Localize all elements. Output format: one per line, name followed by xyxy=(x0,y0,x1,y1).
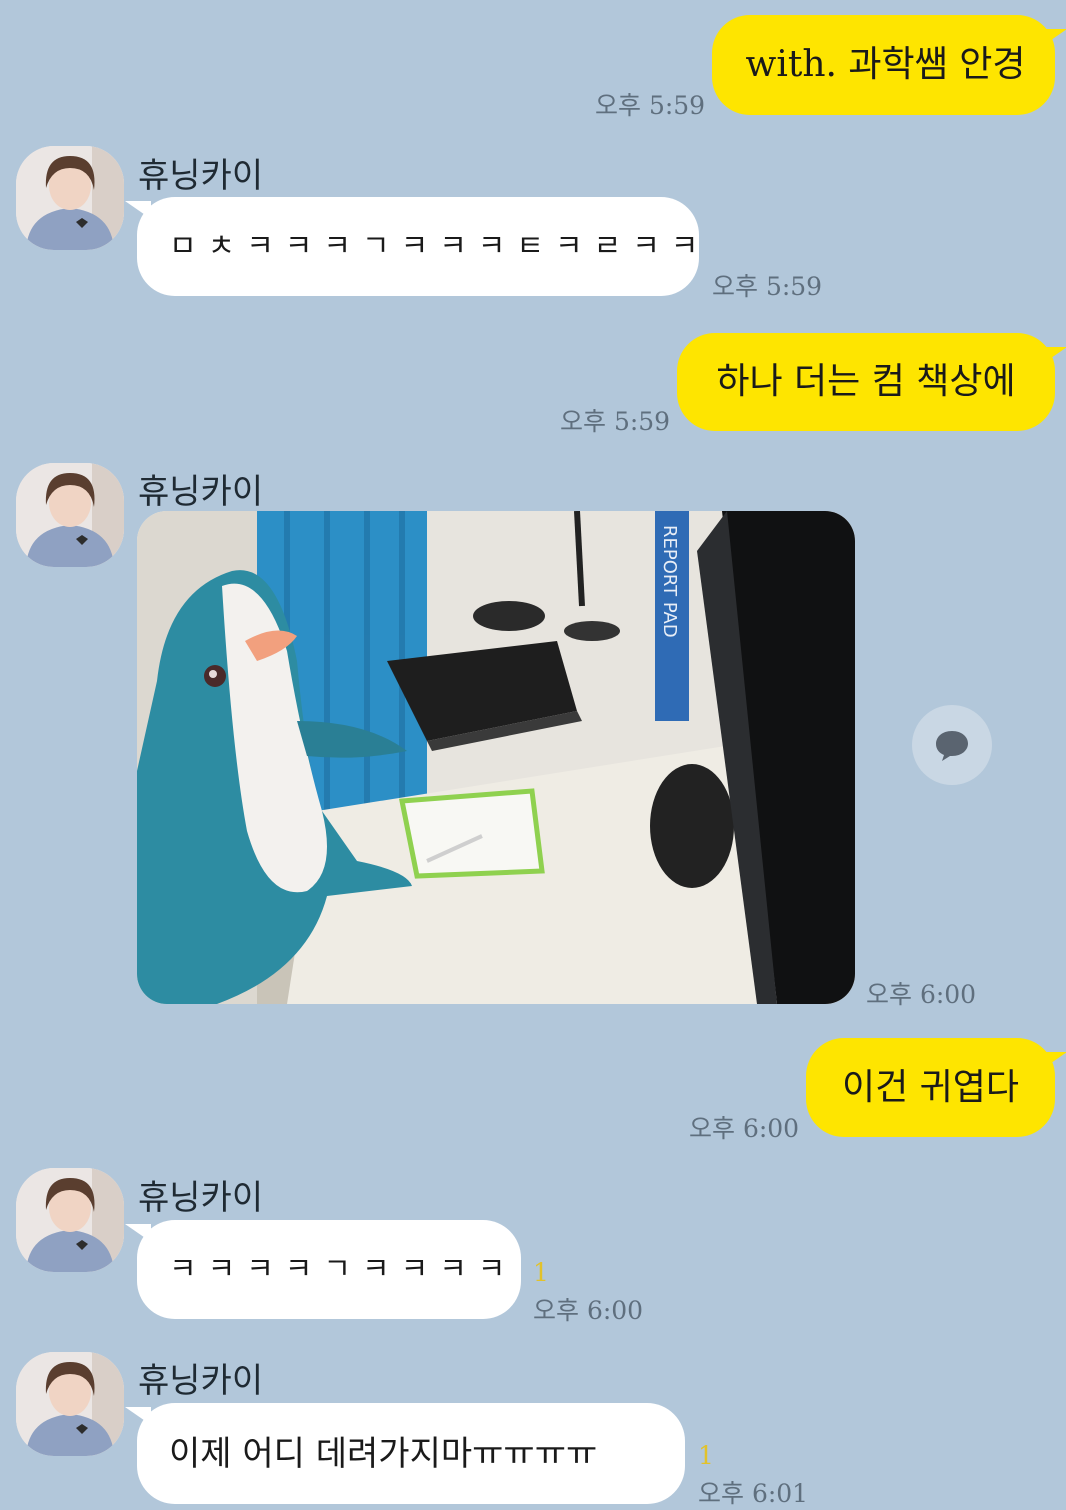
message-bubble-sent[interactable]: 하나 더는 컴 책상에 xyxy=(677,333,1066,431)
profile-avatar-icon[interactable] xyxy=(16,1352,124,1456)
message-bubble-sent[interactable]: with. 과학쌤 안경 xyxy=(712,15,1066,115)
message-bubble-received[interactable]: ㅁㅊㅋㅋㅋㄱㅋㅋㅋㅌㅋㄹㅋㅋ xyxy=(125,197,699,296)
message-text: 이건 귀엽다 xyxy=(841,1066,1020,1108)
sender-name: 휴닝카이 xyxy=(138,472,264,512)
message-bubble-received[interactable]: 이제 어디 데려가지마ㅠㅠㅠㅠ xyxy=(125,1403,685,1504)
chat-room: with. 과학쌤 안경 오후 5:59 휴닝카이 ㅁㅊㅋㅋㅋㄱㅋㅋㅋㅌㅋㄹㅋㅋ… xyxy=(0,0,1066,1509)
profile-avatar-icon[interactable] xyxy=(16,146,124,250)
profile-avatar-icon[interactable] xyxy=(16,1168,124,1272)
sender-name: 휴닝카이 xyxy=(138,1361,264,1401)
message-time: 오후 5:59 xyxy=(560,407,671,436)
message-text: 하나 더는 컴 책상에 xyxy=(716,361,1016,402)
photo-message[interactable]: REPORT PAD xyxy=(137,511,855,1004)
unread-count: 1 xyxy=(698,1441,714,1470)
sender-name: 휴닝카이 xyxy=(138,156,264,196)
message-bubble-sent[interactable]: 이건 귀엽다 xyxy=(806,1038,1066,1137)
message-time: 오후 6:00 xyxy=(689,1114,800,1143)
unread-count: 1 xyxy=(533,1258,549,1287)
message-time: 오후 6:00 xyxy=(866,980,977,1009)
message-bubble-received[interactable]: ㅋㅋㅋㅋㄱㅋㅋㅋㅋ xyxy=(125,1220,521,1319)
message-text: ㅁㅊㅋㅋㅋㄱㅋㅋㅋㅌㅋㄹㅋㅋ xyxy=(169,228,710,264)
sender-name: 휴닝카이 xyxy=(138,1178,264,1218)
report-pad-label: REPORT PAD xyxy=(659,525,680,638)
profile-avatar-icon[interactable] xyxy=(16,463,124,567)
message-text: 이제 어디 데려가지마ㅠㅠㅠㅠ xyxy=(169,1433,598,1474)
message-time: 오후 5:59 xyxy=(595,91,706,120)
speech-bubble-icon[interactable] xyxy=(912,705,992,785)
message-time: 오후 6:00 xyxy=(533,1296,644,1325)
message-text: with. 과학쌤 안경 xyxy=(745,44,1026,85)
message-text: ㅋㅋㅋㅋㄱㅋㅋㅋㅋ xyxy=(169,1251,517,1287)
message-time: 오후 5:59 xyxy=(712,272,823,301)
message-time: 오후 6:01 xyxy=(698,1479,809,1508)
